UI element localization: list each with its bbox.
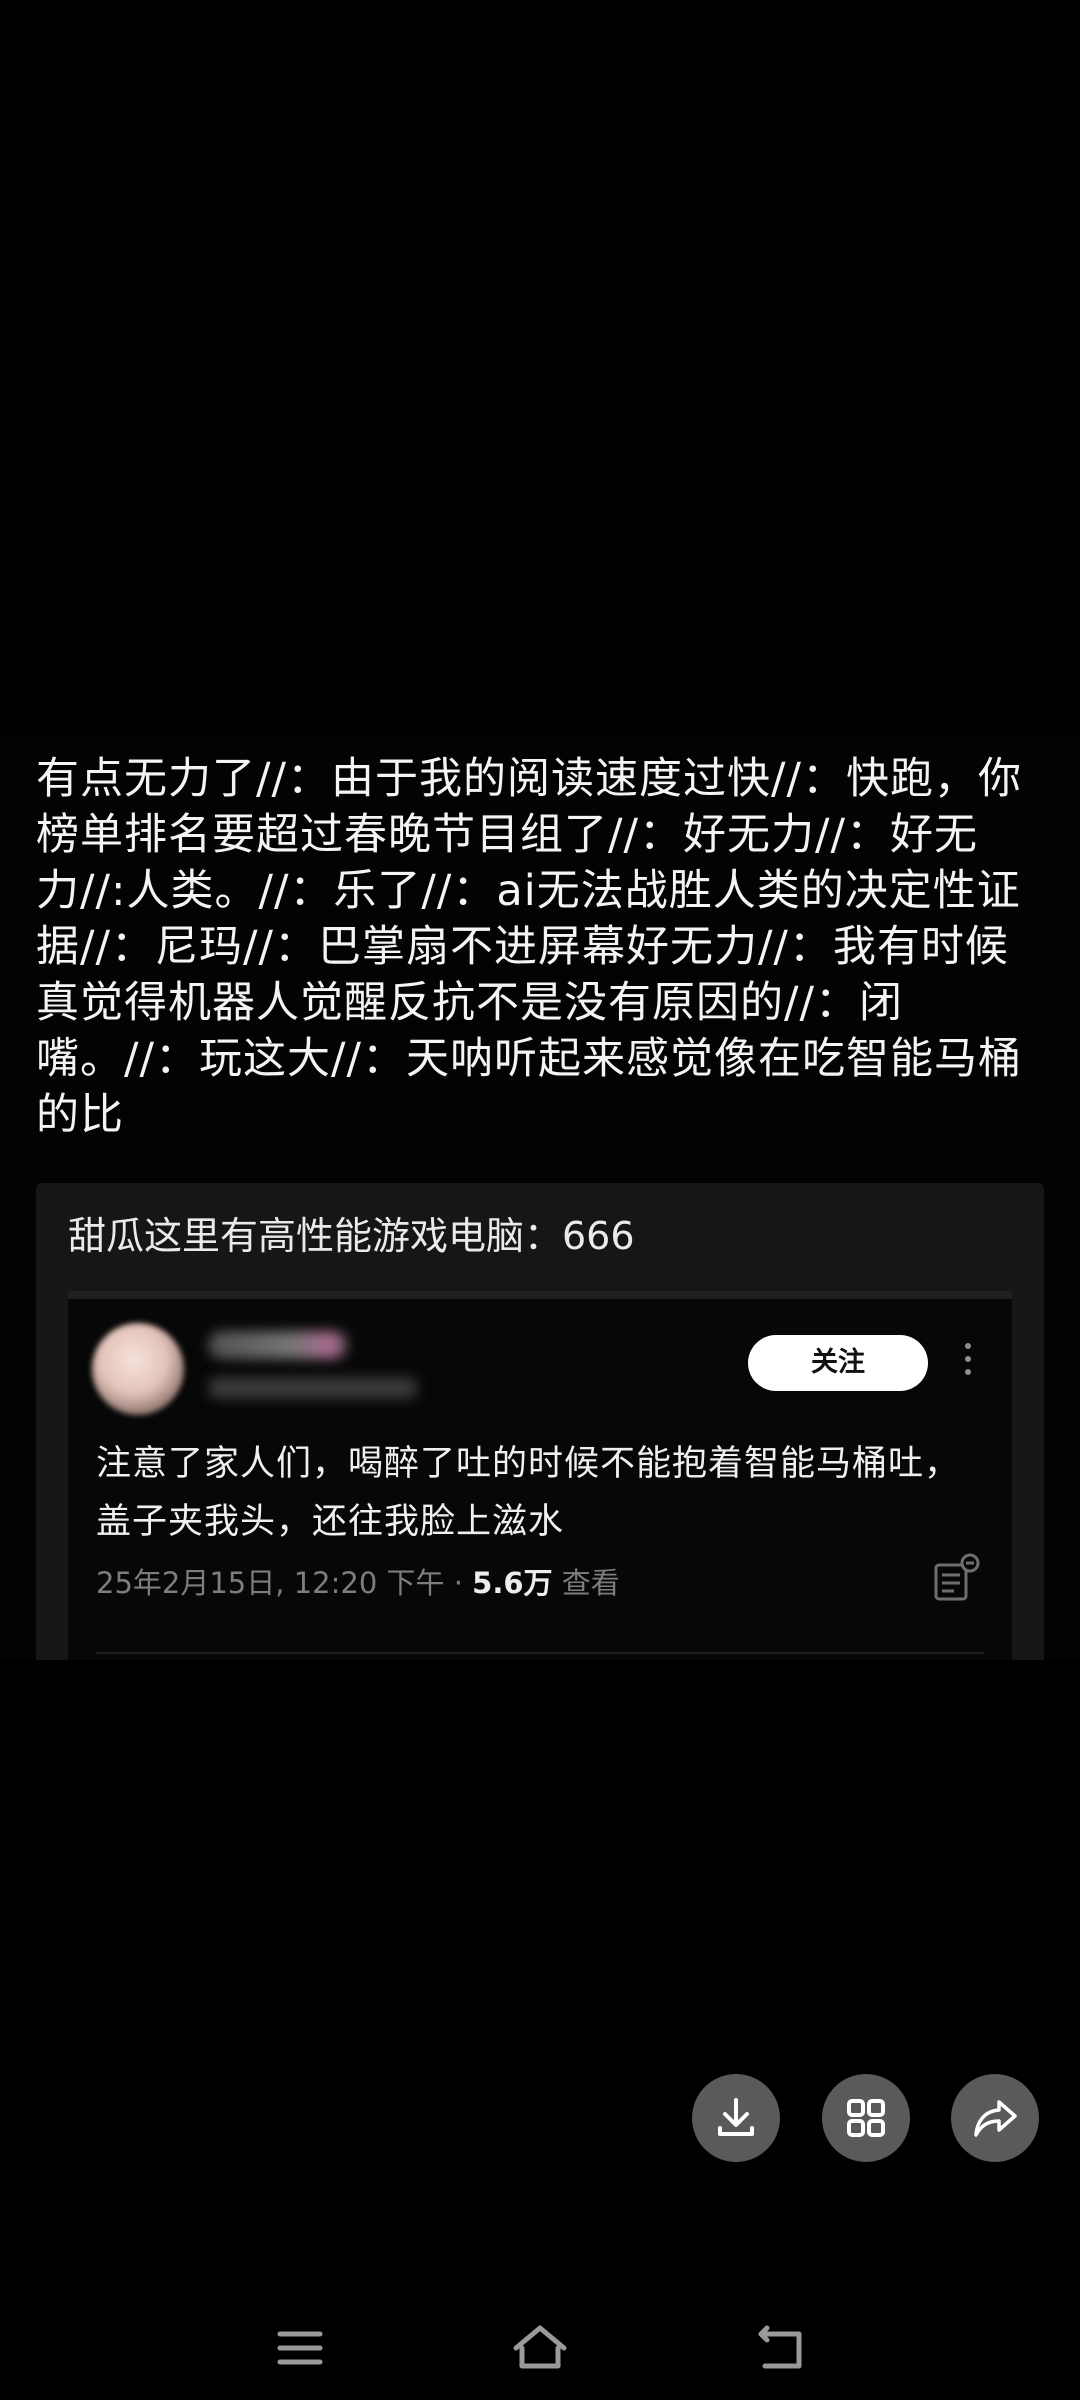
tweet-view-label: 查看 <box>552 1566 620 1600</box>
repost-chain-text: 有点无力了//：由于我的阅读速度过快//：快跑，你榜单排名要超过春晚节目组了//… <box>36 754 1022 1140</box>
tweet-view-count: 5.6万 <box>472 1566 553 1600</box>
tweet-meta: 25年2月15日, 12:20 下午 · 5.6万 查看 <box>96 1563 620 1603</box>
home-button[interactable] <box>500 2310 580 2380</box>
image-viewer: 有点无力了//：由于我的阅读速度过快//：快跑，你榜单排名要超过春晚节目组了//… <box>0 0 1080 2400</box>
home-icon <box>513 2325 567 2368</box>
menu-button[interactable] <box>260 2310 340 2380</box>
quoted-post-text: 甜瓜这里有高性能游戏电脑：666 <box>68 1214 635 1258</box>
more-vertical-icon <box>960 1343 976 1383</box>
embedded-tweet-screenshot: 关注 注意了家人们，喝醉了吐的时候不能抱着智能马桶吐，盖子夹我头，还往我脸上滋水… <box>68 1291 1012 1660</box>
blurred-handle <box>208 1377 418 1399</box>
grid-icon <box>847 2099 885 2137</box>
menu-icon <box>277 2331 323 2364</box>
post-stats-icon <box>934 1553 980 1601</box>
back-button[interactable] <box>741 2310 821 2380</box>
tweet-text: 注意了家人们，喝醉了吐的时候不能抱着智能马桶吐，盖子夹我头，还往我脸上滋水 <box>96 1444 961 1542</box>
blurred-username <box>208 1331 348 1359</box>
system-navigation-bar <box>0 2290 1080 2400</box>
divider <box>96 1652 984 1654</box>
quoted-post-card: 甜瓜这里有高性能游戏电脑：666 关注 注意了家人们，喝醉了吐的时候不能抱着智能… <box>36 1183 1044 1660</box>
grid-button[interactable] <box>822 2074 910 2162</box>
tweet-timestamp: 25年2月15日, 12:20 下午 · <box>96 1566 473 1600</box>
back-icon <box>758 2325 802 2368</box>
download-button[interactable] <box>692 2074 780 2162</box>
post-screenshot: 有点无力了//：由于我的阅读速度过快//：快跑，你榜单排名要超过春晚节目组了//… <box>0 735 1080 1660</box>
download-icon <box>718 2098 754 2136</box>
follow-button: 关注 <box>748 1335 928 1391</box>
avatar <box>92 1323 184 1415</box>
share-icon <box>974 2100 1017 2137</box>
share-button[interactable] <box>951 2074 1039 2162</box>
